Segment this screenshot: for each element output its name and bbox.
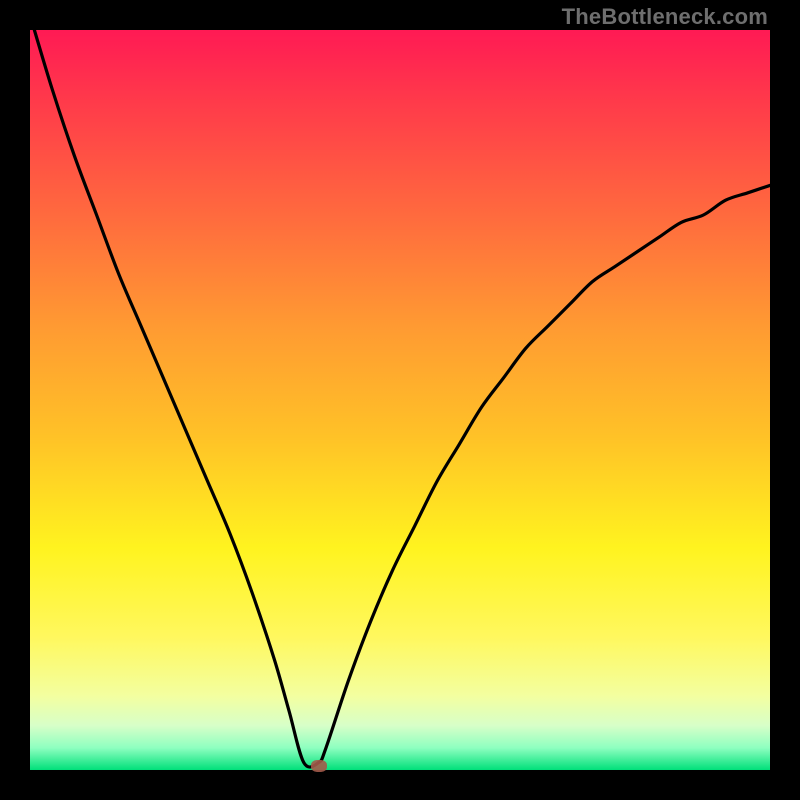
bottleneck-curve (30, 30, 770, 770)
attribution-label: TheBottleneck.com (562, 4, 768, 30)
chart-frame: TheBottleneck.com (0, 0, 800, 800)
optimum-marker (311, 760, 327, 772)
plot-area (30, 30, 770, 770)
